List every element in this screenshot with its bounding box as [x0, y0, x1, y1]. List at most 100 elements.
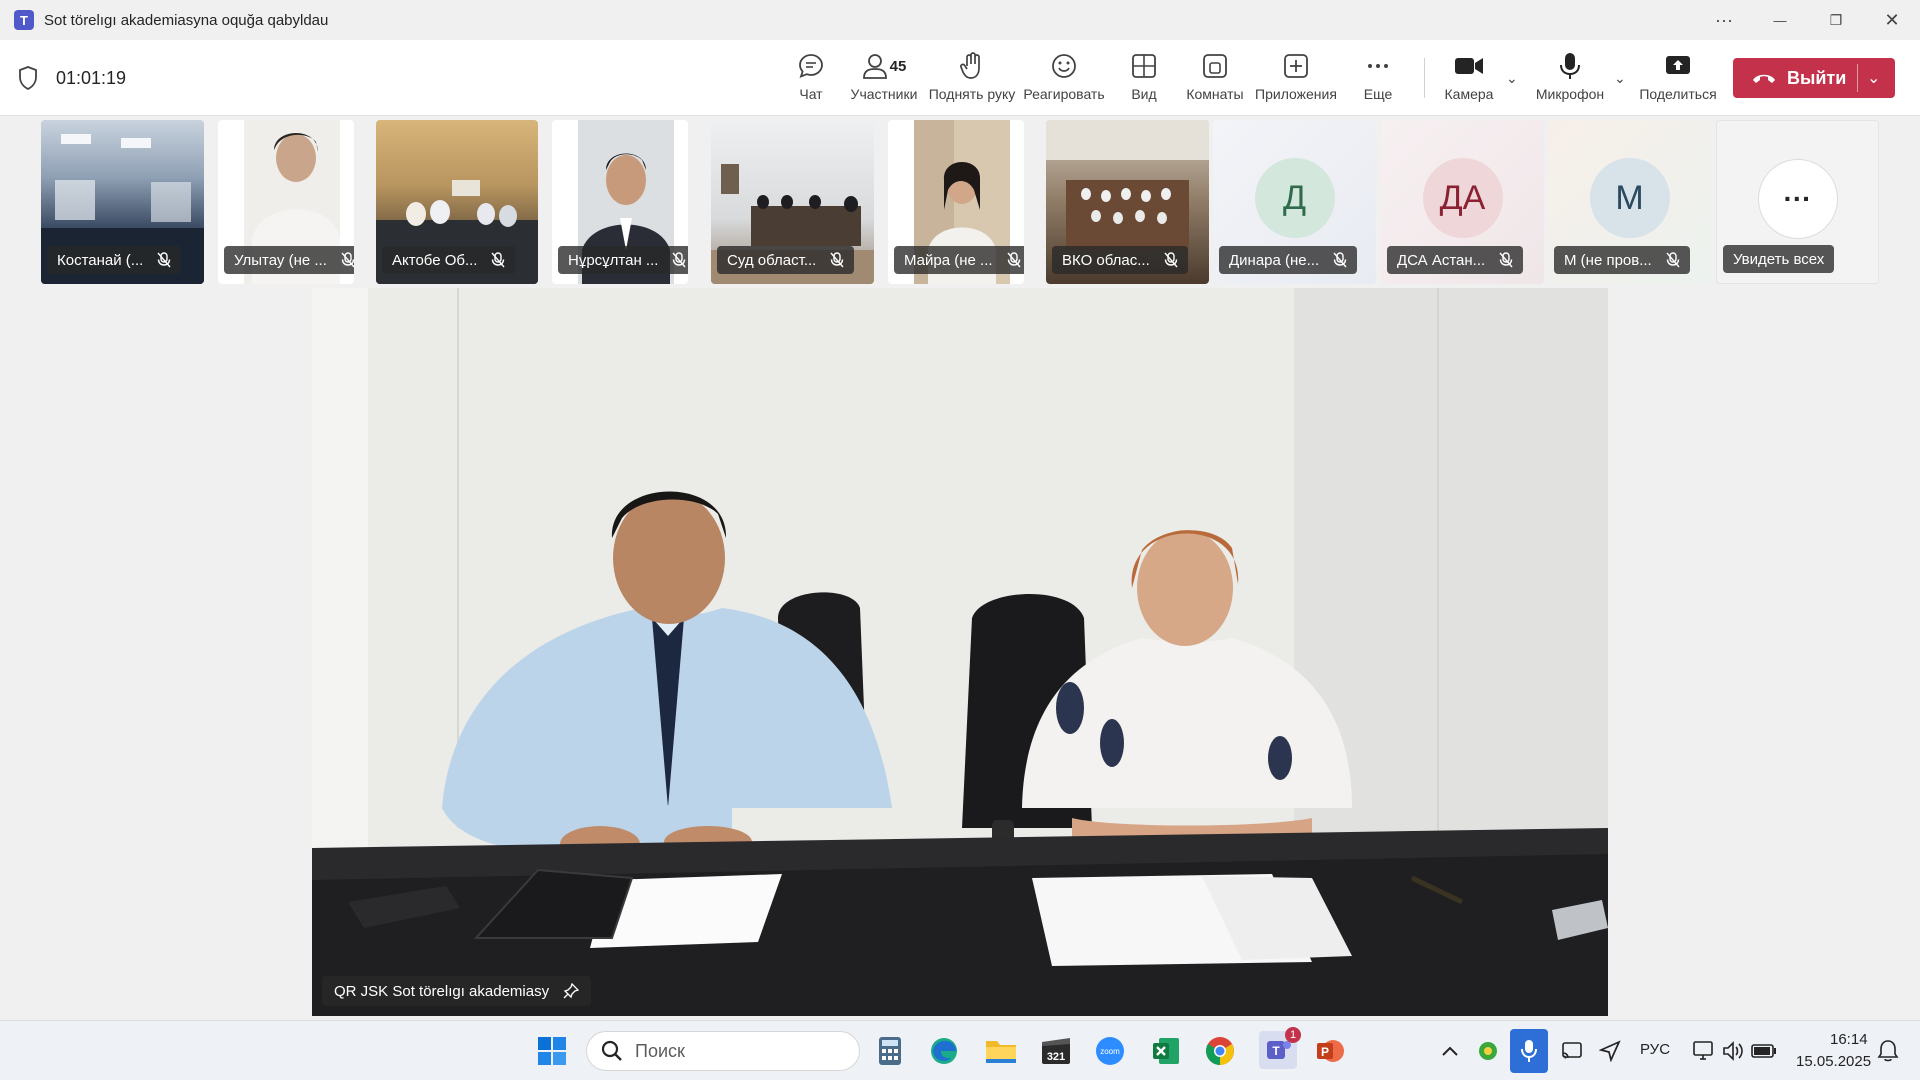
- view-button[interactable]: Вид: [1130, 50, 1158, 110]
- participants-count: 45: [889, 57, 907, 75]
- participant-tile[interactable]: Майра (не ...: [888, 120, 1024, 284]
- shield-icon: [19, 66, 37, 90]
- powerpoint-icon[interactable]: P: [1314, 1035, 1346, 1067]
- mic-off-icon: [1333, 252, 1347, 268]
- chat-button[interactable]: Чат: [794, 50, 828, 110]
- battery-icon[interactable]: [1748, 1035, 1780, 1067]
- mic-off-icon: [1164, 252, 1178, 268]
- participant-tile[interactable]: Актобе Об...: [376, 120, 538, 284]
- participant-name: ВКО облас...: [1062, 251, 1150, 269]
- calendar-label: 321: [1047, 1051, 1065, 1063]
- participant-name-tag: ВКО облас...: [1052, 246, 1188, 274]
- share-label: Поделиться: [1639, 86, 1717, 102]
- participant-name: М (не пров...: [1564, 251, 1652, 269]
- share-button[interactable]: Поделиться: [1639, 50, 1717, 110]
- edge-icon[interactable]: [928, 1035, 960, 1067]
- zoom-icon[interactable]: zoom: [1094, 1035, 1126, 1067]
- taskbar-search[interactable]: Поиск: [586, 1031, 860, 1071]
- participant-name: Динара (не...: [1229, 251, 1320, 269]
- camera-options-chevron-icon[interactable]: ⌄: [1506, 70, 1518, 87]
- presenter-name: QR JSK Sot törelıgı akademiasy: [334, 982, 550, 1000]
- camera-button[interactable]: Камера: [1442, 50, 1496, 110]
- pin-icon[interactable]: [563, 983, 580, 999]
- participants-button[interactable]: 45 Участники: [850, 50, 918, 110]
- clock-date[interactable]: 15.05.2025: [1796, 1053, 1871, 1070]
- participant-name-tag: Актобе Об...: [382, 246, 516, 274]
- participant-name: Нұрсұлтан ...: [568, 251, 659, 269]
- meeting-toolbar: 01:01:19 Чат 45 Участники Поднять руку Р…: [0, 40, 1920, 116]
- main-video-feed: [312, 288, 1608, 1016]
- avatar: ДА: [1422, 158, 1503, 238]
- view-label: Вид: [1131, 86, 1157, 102]
- window-controls: ··· — ❐ ✕: [1696, 0, 1920, 40]
- teams-taskbar-icon[interactable]: T 1: [1259, 1027, 1301, 1069]
- participant-name: Майра (не ...: [904, 251, 993, 269]
- calculator-icon[interactable]: [874, 1035, 906, 1067]
- file-explorer-icon[interactable]: [985, 1035, 1017, 1067]
- network-icon[interactable]: [1688, 1035, 1720, 1067]
- see-all-label: Увидеть всех: [1723, 245, 1835, 273]
- input-language[interactable]: РУС: [1640, 1041, 1670, 1058]
- participant-tile[interactable]: М М (не пров...: [1548, 120, 1711, 284]
- leave-options-chevron-icon[interactable]: ⌄: [1867, 68, 1880, 88]
- see-all-text: Увидеть всех: [1733, 250, 1825, 268]
- mic-off-icon: [830, 252, 844, 268]
- more-button[interactable]: Еще: [1362, 50, 1394, 110]
- location-icon[interactable]: [1594, 1035, 1626, 1067]
- windows-start-icon[interactable]: [536, 1035, 568, 1067]
- show-hidden-icons-chevron-icon[interactable]: [1434, 1035, 1466, 1067]
- participant-tile[interactable]: Суд област...: [711, 120, 874, 284]
- raise-hand-button[interactable]: Поднять руку: [928, 50, 1016, 110]
- microphone-in-use-icon[interactable]: [1510, 1029, 1548, 1073]
- participant-name-tag: Динара (не...: [1219, 246, 1358, 274]
- participants-label: Участники: [850, 86, 918, 102]
- tray-app-icon[interactable]: [1472, 1035, 1504, 1067]
- apps-button[interactable]: Приложения: [1255, 50, 1337, 110]
- search-icon: [601, 1040, 622, 1061]
- notifications-bell-icon[interactable]: [1872, 1035, 1904, 1067]
- participant-name-tag: ДСА Астан...: [1387, 246, 1524, 274]
- meeting-timer: 01:01:19: [56, 68, 127, 88]
- participant-name-tag: Костанай (...: [47, 246, 182, 274]
- title-bar: T Sot törelıgı akademiasyna oquğa qabyld…: [0, 0, 1920, 40]
- teams-app-icon: T: [14, 10, 34, 30]
- add-app-icon: [1283, 50, 1309, 82]
- mic-off-icon: [1006, 252, 1021, 268]
- volume-icon[interactable]: [1718, 1035, 1750, 1067]
- minimize-button[interactable]: —: [1752, 0, 1808, 40]
- notification-badge: 1: [1285, 1027, 1301, 1043]
- participant-tile[interactable]: Д Динара (не...: [1213, 120, 1376, 284]
- media-player-icon[interactable]: 321: [1040, 1035, 1072, 1067]
- cast-icon[interactable]: [1556, 1035, 1588, 1067]
- chrome-icon[interactable]: [1204, 1035, 1236, 1067]
- microphone-options-chevron-icon[interactable]: ⌄: [1614, 70, 1626, 87]
- main-video-stage[interactable]: QR JSK Sot törelıgı akademiasy: [312, 288, 1608, 1016]
- smile-icon: [1050, 50, 1078, 82]
- rooms-button[interactable]: Комнаты: [1186, 50, 1244, 110]
- camera-label: Камера: [1444, 86, 1494, 102]
- presenter-name-tag: QR JSK Sot törelıgı akademiasy: [322, 976, 592, 1006]
- participant-tile[interactable]: Костанай (...: [41, 120, 204, 284]
- participant-name: Костанай (...: [57, 251, 144, 269]
- zoom-label: zoom: [1100, 1047, 1120, 1056]
- react-button[interactable]: Реагировать: [1023, 50, 1105, 110]
- mic-off-icon: [341, 252, 354, 268]
- participant-tile[interactable]: Улытау (не ...: [218, 120, 354, 284]
- restore-button[interactable]: ❐: [1808, 0, 1864, 40]
- rooms-icon: [1202, 50, 1228, 82]
- chat-label: Чат: [799, 86, 823, 102]
- leave-button[interactable]: Выйти ⌄: [1733, 58, 1895, 98]
- more-icon: [1365, 50, 1391, 82]
- participant-tile[interactable]: ДА ДСА Астан...: [1381, 120, 1544, 284]
- close-button[interactable]: ✕: [1864, 0, 1920, 40]
- excel-icon[interactable]: [1150, 1035, 1182, 1067]
- participant-tile[interactable]: ВКО облас...: [1046, 120, 1209, 284]
- participant-name: Суд област...: [727, 251, 817, 269]
- more-options-button[interactable]: ···: [1696, 0, 1752, 40]
- mic-off-icon: [157, 252, 171, 268]
- see-all-tile[interactable]: ··· Увидеть всех: [1716, 120, 1879, 284]
- participant-name: Актобе Об...: [392, 251, 478, 269]
- clock-time[interactable]: 16:14: [1830, 1031, 1868, 1048]
- participant-tile[interactable]: Нұрсұлтан ...: [552, 120, 688, 284]
- microphone-button[interactable]: Микрофон: [1534, 50, 1606, 110]
